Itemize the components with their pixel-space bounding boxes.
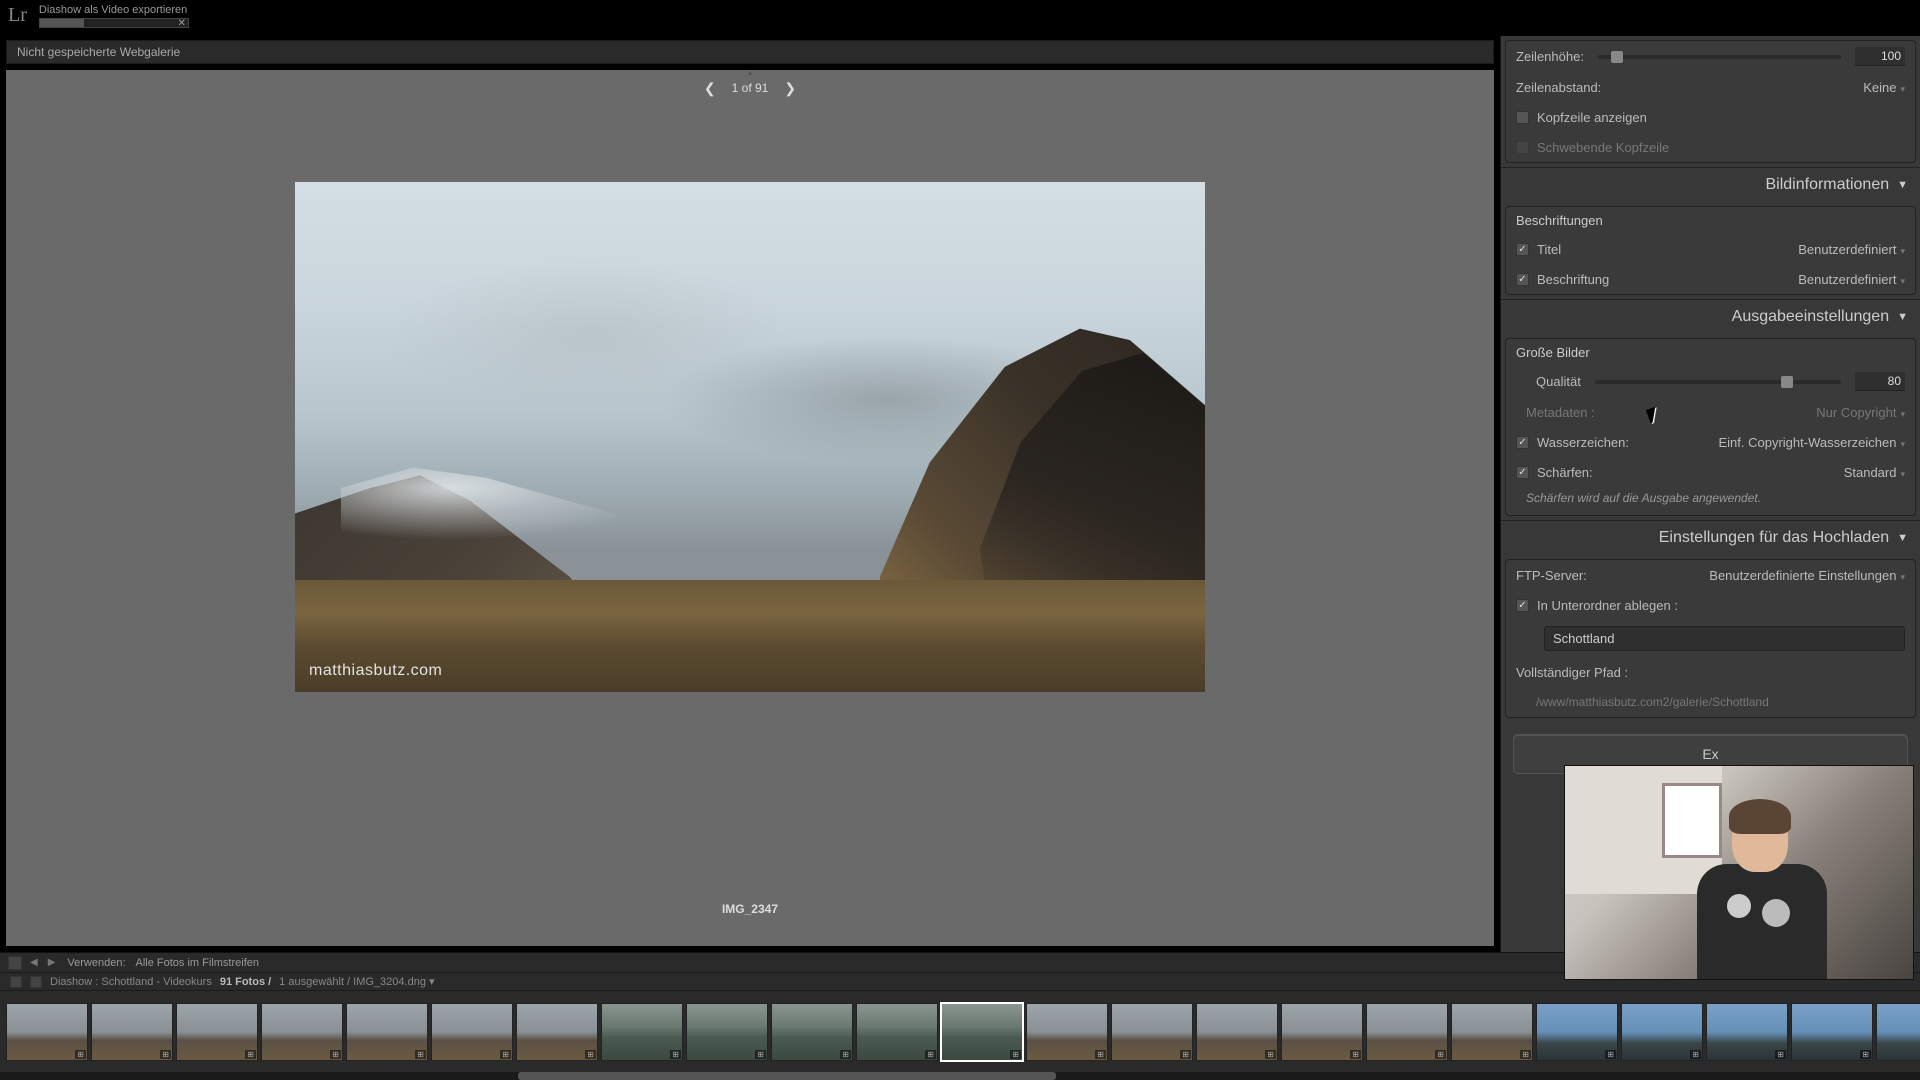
preview-area: ❮ 1 of 91 ❯ matthiasbutz.com IMG_2347 <box>6 70 1494 946</box>
pager: ❮ 1 of 91 ❯ <box>698 74 802 102</box>
filmstrip-count: 91 Fotos / <box>220 976 271 988</box>
preview-photo[interactable]: matthiasbutz.com <box>295 182 1205 692</box>
thumbnail[interactable]: ⊞ <box>431 1003 513 1061</box>
row-height-label: Zeilenhöhe: <box>1516 49 1584 64</box>
section-image-info[interactable]: Bildinformationen▼ <box>1501 167 1920 202</box>
filmstrip-selected[interactable]: 1 ausgewählt / IMG_3204.dng ▾ <box>279 975 434 988</box>
thumbnail[interactable]: ⊞ <box>261 1003 343 1061</box>
gallery-title-bar: Nicht gespeicherte Webgalerie <box>6 40 1494 64</box>
chevron-down-icon: ▼ <box>1897 179 1908 191</box>
thumbnail[interactable]: ⊞ <box>1366 1003 1448 1061</box>
floating-header-label: Schwebende Kopfzeile <box>1537 140 1669 155</box>
watermark-checkbox[interactable] <box>1516 436 1529 449</box>
watermark-label: Wasserzeichen: <box>1537 435 1629 450</box>
webcam-overlay <box>1564 765 1914 980</box>
photo-caption: IMG_2347 <box>6 832 1494 946</box>
title-label: Titel <box>1537 242 1561 257</box>
quality-slider[interactable] <box>1595 380 1841 384</box>
ftp-value[interactable]: Benutzerdefinierte Einstellungen▾ <box>1709 568 1905 583</box>
view-icon[interactable] <box>8 956 22 970</box>
export-status-title: Diashow als Video exportieren <box>39 4 189 16</box>
close-icon[interactable]: ✕ <box>178 18 186 29</box>
thumbnail[interactable]: ⊞ <box>516 1003 598 1061</box>
filmstrip-scrollbar[interactable] <box>0 1072 1920 1080</box>
chevron-down-icon: ▼ <box>1897 311 1908 323</box>
thumbnail[interactable]: ⊞ <box>91 1003 173 1061</box>
sharpen-note: Schärfen wird auf die Ausgabe angewendet… <box>1506 487 1915 515</box>
row-height-value[interactable]: 100 <box>1855 47 1905 66</box>
fullpath-value: /www/matthiasbutz.com2/galerie/Schottlan… <box>1536 695 1769 709</box>
ftp-label: FTP-Server: <box>1516 568 1587 583</box>
quality-value[interactable]: 80 <box>1855 372 1905 391</box>
show-header-checkbox[interactable] <box>1516 111 1529 124</box>
thumbnail[interactable]: ⊞ <box>176 1003 258 1061</box>
app-logo: Lr <box>8 4 27 27</box>
photo-watermark: matthiasbutz.com <box>309 662 442 680</box>
thumbnail[interactable]: ⊞ <box>856 1003 938 1061</box>
export-status: Diashow als Video exportieren ✕ <box>39 4 189 28</box>
chevron-down-icon: ▼ <box>1897 532 1908 544</box>
row-spacing-label: Zeilenabstand: <box>1516 80 1601 95</box>
thumbnail[interactable]: ⊞ <box>1536 1003 1618 1061</box>
section-upload[interactable]: Einstellungen für das Hochladen▼ <box>1501 520 1920 555</box>
grid-icon[interactable] <box>10 976 22 988</box>
floating-header-checkbox <box>1516 141 1529 154</box>
large-images-subhead: Große Bilder <box>1506 339 1915 366</box>
thumbnail[interactable]: ⊞ <box>601 1003 683 1061</box>
sharpen-checkbox[interactable] <box>1516 466 1529 479</box>
title-checkbox[interactable] <box>1516 243 1529 256</box>
metadata-value[interactable]: Nur Copyright▾ <box>1816 405 1905 420</box>
subfolder-checkbox[interactable] <box>1516 599 1529 612</box>
thumbnail[interactable]: ⊞ <box>1281 1003 1363 1061</box>
metadata-label: Metadaten : <box>1526 405 1595 420</box>
use-label: Verwenden: <box>67 957 125 969</box>
pager-text: 1 of 91 <box>732 81 769 95</box>
thumbnail[interactable]: ⊞ <box>771 1003 853 1061</box>
filmstrip-path[interactable]: Diashow : Schottland - Videokurs <box>50 976 212 988</box>
sharpen-value[interactable]: Standard▾ <box>1844 465 1905 480</box>
sharpen-label: Schärfen: <box>1537 465 1593 480</box>
section-output[interactable]: Ausgabeeinstellungen▼ <box>1501 299 1920 334</box>
captions-subhead: Beschriftungen <box>1506 207 1915 234</box>
panel-handle-icon[interactable] <box>735 71 765 76</box>
nav-back-icon[interactable]: ◀ <box>28 957 40 968</box>
subfolder-label: In Unterordner ablegen : <box>1537 598 1678 613</box>
next-arrow-icon[interactable]: ❯ <box>778 78 802 99</box>
caption-label: Beschriftung <box>1537 272 1609 287</box>
watermark-value[interactable]: Einf. Copyright-Wasserzeichen▾ <box>1718 435 1905 450</box>
title-value[interactable]: Benutzerdefiniert▾ <box>1798 242 1905 257</box>
caption-checkbox[interactable] <box>1516 273 1529 286</box>
use-value[interactable]: Alle Fotos im Filmstreifen <box>136 957 259 969</box>
thumbnail[interactable]: ⊞ <box>1791 1003 1873 1061</box>
thumbnail[interactable]: ⊞ <box>1876 1003 1920 1061</box>
grid2-icon[interactable] <box>30 976 42 988</box>
thumbnail[interactable]: ⊞ <box>1621 1003 1703 1061</box>
thumbnail[interactable]: ⊞ <box>6 1003 88 1061</box>
top-bar: Lr Diashow als Video exportieren ✕ <box>0 0 1920 36</box>
row-height-slider[interactable] <box>1598 55 1841 59</box>
fullpath-label: Vollständiger Pfad : <box>1516 665 1628 680</box>
thumbnail[interactable]: ⊞ <box>346 1003 428 1061</box>
thumbnail[interactable]: ⊞ <box>1196 1003 1278 1061</box>
subfolder-input[interactable]: Schottland <box>1544 626 1905 651</box>
thumbnail[interactable]: ⊞ <box>1111 1003 1193 1061</box>
nav-fwd-icon[interactable]: ▶ <box>46 957 58 968</box>
thumbnail[interactable]: ⊞ <box>1706 1003 1788 1061</box>
filmstrip[interactable]: ⊞⊞⊞⊞⊞⊞⊞⊞⊞⊞⊞⊞⊞⊞⊞⊞⊞⊞⊞⊞⊞⊞⊞ <box>0 991 1920 1072</box>
caption-value[interactable]: Benutzerdefiniert▾ <box>1798 272 1905 287</box>
export-progress: ✕ <box>39 18 189 28</box>
show-header-label: Kopfzeile anzeigen <box>1537 110 1647 125</box>
quality-label: Qualität <box>1536 374 1581 389</box>
prev-arrow-icon[interactable]: ❮ <box>698 78 722 99</box>
thumbnail[interactable]: ⊞ <box>941 1003 1023 1061</box>
thumbnail[interactable]: ⊞ <box>1026 1003 1108 1061</box>
thumbnail[interactable]: ⊞ <box>1451 1003 1533 1061</box>
thumbnail[interactable]: ⊞ <box>686 1003 768 1061</box>
row-spacing-value[interactable]: Keine▾ <box>1863 80 1905 95</box>
